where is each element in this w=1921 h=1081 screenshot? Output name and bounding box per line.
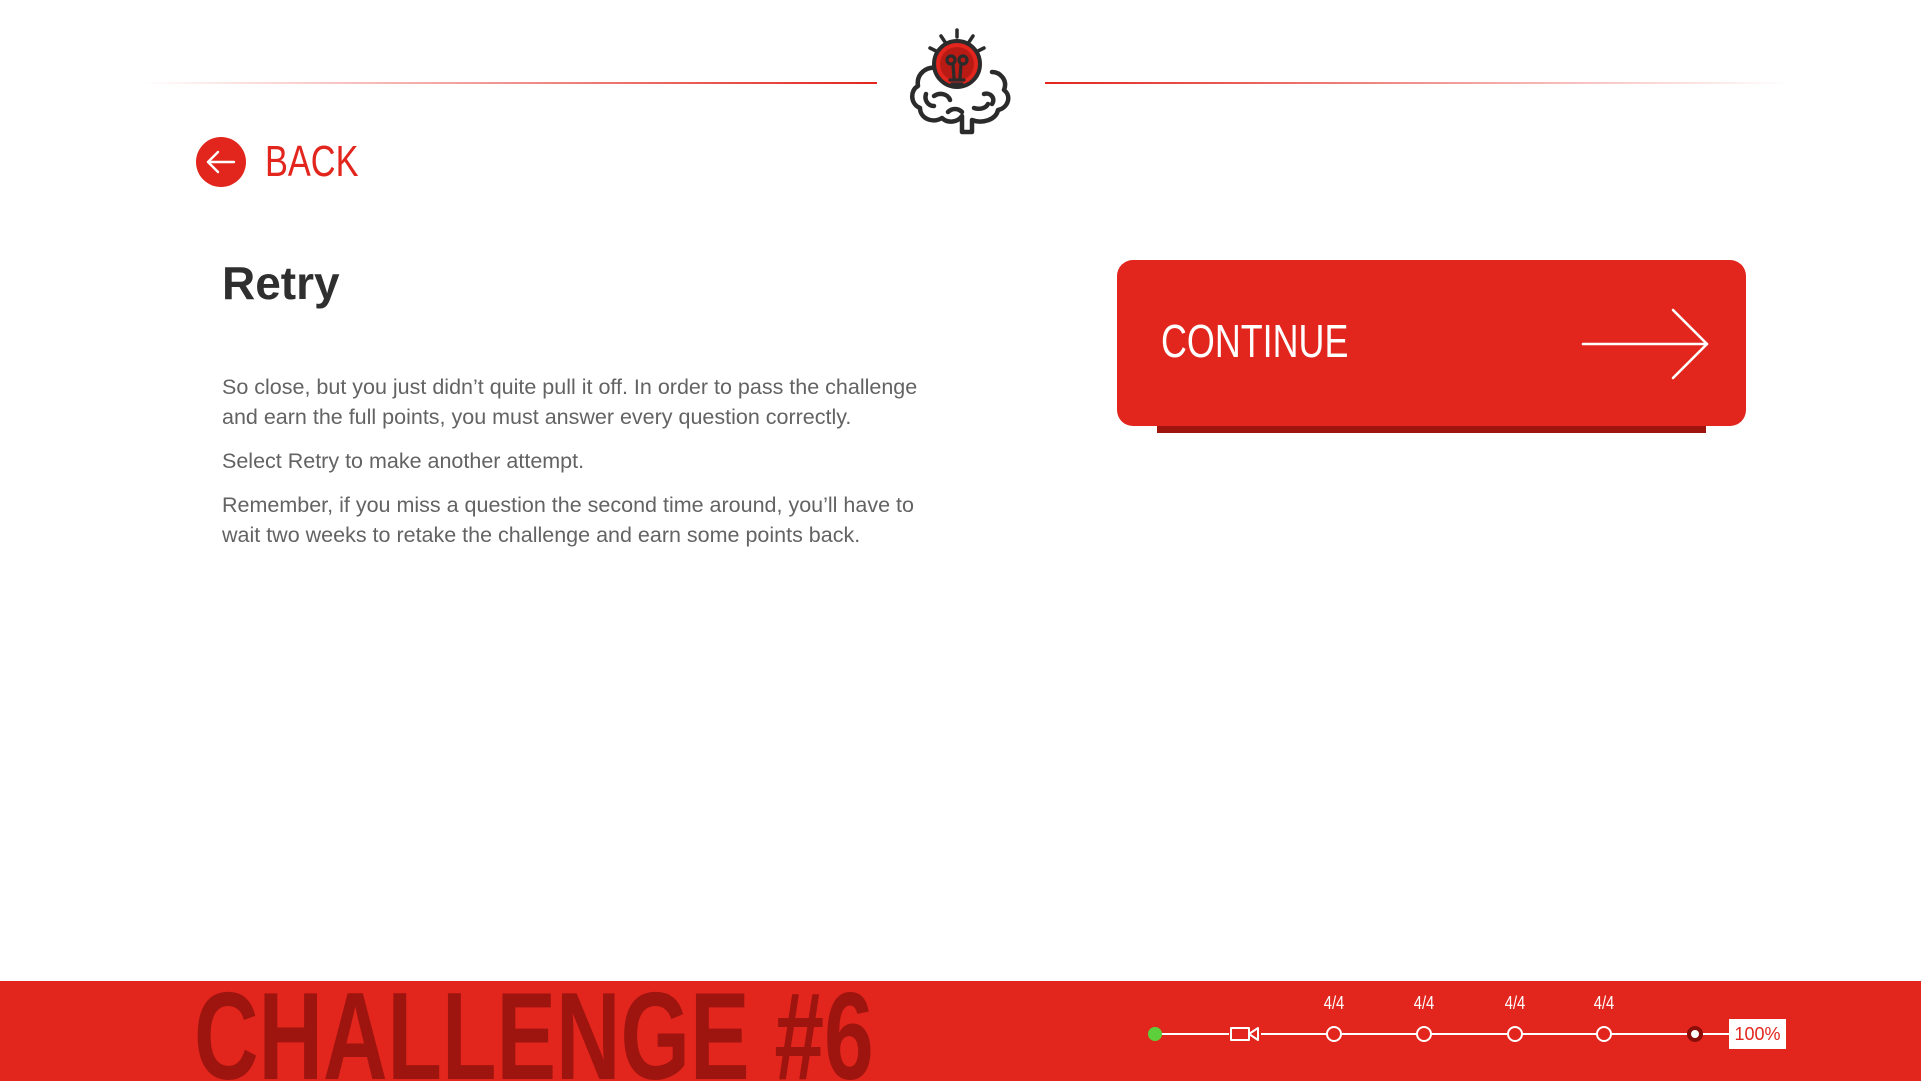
back-button[interactable]: BACK — [196, 136, 385, 188]
feedback-paragraph: Remember, if you miss a question the sec… — [222, 493, 914, 547]
feedback-paragraph: Select Retry to make another attempt. — [222, 449, 585, 473]
start-dot-icon — [1148, 1027, 1162, 1041]
arrow-left-icon — [206, 150, 236, 174]
video-camera-icon[interactable] — [1229, 1024, 1261, 1044]
back-label: BACK — [265, 137, 359, 186]
continue-button[interactable]: CONTINUE — [1117, 260, 1746, 426]
quiz-step-node[interactable] — [1416, 1026, 1432, 1042]
header-divider-left — [140, 82, 877, 84]
continue-label: CONTINUE — [1161, 315, 1349, 367]
quiz-step-score: 4/4 — [1413, 993, 1435, 1013]
header-divider-right — [1045, 82, 1790, 84]
quiz-step-node[interactable] — [1596, 1026, 1612, 1042]
challenge-title: CHALLENGE #6 — [194, 981, 874, 1081]
quiz-step-node[interactable] — [1326, 1026, 1342, 1042]
brain-lightbulb-icon — [910, 28, 1011, 135]
progress-percent-badge: 100% — [1729, 1019, 1786, 1049]
page: BACK Retry So close, but you just didn’t… — [0, 0, 1921, 1081]
quiz-step-score: 4/4 — [1593, 993, 1615, 1013]
arrow-right-icon — [1581, 308, 1709, 380]
feedback-message: So close, but you just didn’t quite pull… — [222, 372, 947, 564]
footer-bar: CHALLENGE #6 4/4 4/4 4/4 4/4 100% — [0, 981, 1921, 1081]
back-arrow-circle — [196, 137, 246, 187]
quiz-step-score: 4/4 — [1504, 993, 1526, 1013]
page-title: Retry — [222, 257, 340, 309]
feedback-paragraph: So close, but you just didn’t quite pull… — [222, 375, 918, 429]
current-step-icon — [1687, 1026, 1703, 1042]
quiz-step-node[interactable] — [1507, 1026, 1523, 1042]
quiz-step-score: 4/4 — [1323, 993, 1345, 1013]
